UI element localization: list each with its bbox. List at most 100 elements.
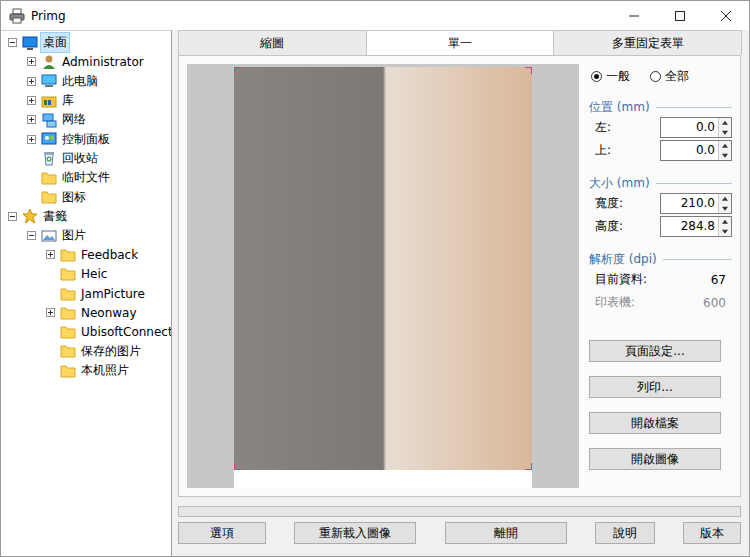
expander-button[interactable]	[46, 250, 55, 259]
radio-label: 一般	[606, 68, 630, 85]
spin-value[interactable]: 284.8	[661, 217, 718, 236]
expander-button[interactable]	[27, 77, 36, 86]
tree-item[interactable]: 此电脑	[1, 72, 171, 91]
spin-box[interactable]: 284.8	[660, 216, 732, 237]
tree-item-label: 图标	[60, 188, 88, 207]
section-title: 解析度 (dpi)	[589, 250, 732, 268]
window-controls	[611, 1, 749, 30]
spin-box[interactable]: 0.0	[660, 117, 732, 138]
minimize-button[interactable]	[611, 1, 657, 30]
app-window: Primg桌面Administrator此电脑库网络控制面板回收站临时文件图标書…	[0, 0, 750, 557]
side-button[interactable]: 頁面設定...	[589, 340, 721, 362]
spin-up-icon[interactable]	[719, 141, 731, 151]
spin-down-icon[interactable]	[719, 227, 731, 237]
tab[interactable]: 縮圖	[178, 30, 367, 55]
expander-button[interactable]	[8, 38, 17, 47]
tree-item-label: 回收站	[60, 149, 100, 168]
tree-item-label: 网络	[60, 110, 88, 129]
tree-item[interactable]: 保存的图片	[1, 342, 171, 361]
folder-icon	[60, 343, 76, 359]
resolution-label: 印表機:	[595, 294, 635, 311]
tree-item[interactable]: 库	[1, 91, 171, 110]
field-label: 上:	[595, 142, 611, 159]
tree-item[interactable]: Feedback	[1, 245, 171, 264]
spin-field: 上: 0.0	[589, 139, 732, 162]
tree-item[interactable]: 网络	[1, 110, 171, 129]
radio-circle	[591, 71, 602, 82]
tree-item-label: 临时文件	[60, 168, 112, 187]
expander-button[interactable]	[8, 212, 17, 221]
bottom-button[interactable]: 重新載入圖像	[294, 522, 416, 544]
expander-slot	[24, 226, 38, 245]
folder-icon	[60, 324, 76, 340]
tree-item[interactable]: 图标	[1, 187, 171, 206]
view-mode-radio[interactable]: 全部	[650, 68, 689, 85]
maximize-button[interactable]	[657, 1, 703, 30]
spin-down-icon[interactable]	[719, 204, 731, 214]
tree-item-label: UbisoftConnect	[79, 324, 172, 340]
tab[interactable]: 多重固定表單	[553, 30, 742, 55]
folder-icon	[60, 286, 76, 302]
tree-item[interactable]: JamPicture	[1, 284, 171, 303]
spin-down-icon[interactable]	[719, 151, 731, 161]
tree-item-label: 此电脑	[60, 72, 100, 91]
expander-button[interactable]	[27, 96, 36, 105]
bottom-button[interactable]: 離開	[445, 522, 567, 544]
corner-mark	[525, 463, 532, 470]
resolution-section: 解析度 (dpi)目前資料:67印表機:600	[589, 250, 732, 314]
spin-value[interactable]: 0.0	[661, 141, 718, 160]
computer-icon	[41, 73, 57, 89]
expander-button[interactable]	[27, 57, 36, 66]
tree-item[interactable]: 本机照片	[1, 361, 171, 380]
tree-item[interactable]: Neonway	[1, 303, 171, 322]
spin-value[interactable]: 0.0	[661, 118, 718, 137]
folder-tree: 桌面Administrator此电脑库网络控制面板回收站临时文件图标書籤图片Fe…	[1, 30, 172, 556]
spin-value[interactable]: 210.0	[661, 194, 718, 213]
corner-mark	[234, 463, 241, 470]
tree-item[interactable]: 控制面板	[1, 129, 171, 148]
expander-slot	[24, 188, 38, 207]
tree-item[interactable]: 回收站	[1, 149, 171, 168]
spin-up-icon[interactable]	[719, 217, 731, 227]
bottom-button[interactable]: 選項	[178, 522, 266, 544]
desktop-icon	[22, 35, 38, 51]
spin-down-icon[interactable]	[719, 128, 731, 138]
tree-item[interactable]: Heic	[1, 265, 171, 284]
tree-item[interactable]: 書籤	[1, 207, 171, 226]
side-button[interactable]: 開啟檔案	[589, 412, 721, 434]
side-buttons: 頁面設定... 列印... 開啟檔案開啟圖像	[589, 340, 732, 470]
side-button[interactable]: 列印...	[589, 376, 721, 398]
folder-icon	[41, 170, 57, 186]
bottom-button[interactable]: 說明	[595, 522, 655, 544]
spin-arrows	[718, 217, 731, 236]
expander-button[interactable]	[27, 115, 36, 124]
spin-box[interactable]: 0.0	[660, 140, 732, 161]
tab[interactable]: 單一	[366, 30, 555, 55]
expander-slot	[24, 168, 38, 187]
settings-panel: 一般全部位置 (mm)左:0.0上:0.0大小 (mm)寬度:210.0高度:2…	[589, 64, 732, 488]
expander-minus-icon	[29, 235, 34, 236]
spin-up-icon[interactable]	[719, 194, 731, 204]
single-panel: 一般全部位置 (mm)左:0.0上:0.0大小 (mm)寬度:210.0高度:2…	[178, 55, 741, 497]
tree-item-label: 保存的图片	[79, 342, 143, 361]
tree-item[interactable]: 图片	[1, 226, 171, 245]
tree-item[interactable]: 临时文件	[1, 168, 171, 187]
side-button[interactable]: 開啟圖像	[589, 448, 721, 470]
expander-button[interactable]	[27, 231, 36, 240]
tree-item[interactable]: 桌面	[1, 33, 171, 52]
tree-item[interactable]: Administrator	[1, 52, 171, 71]
expander-slot	[5, 207, 19, 226]
expander-slot	[43, 303, 57, 322]
view-mode-radio[interactable]: 一般	[591, 68, 630, 85]
expander-button[interactable]	[27, 135, 36, 144]
recycle-icon	[41, 150, 57, 166]
spin-box[interactable]: 210.0	[660, 193, 732, 214]
tree-item-label: 库	[60, 91, 76, 110]
expander-button[interactable]	[46, 308, 55, 317]
bottom-button[interactable]: 版本	[683, 522, 741, 544]
close-button[interactable]	[703, 1, 749, 30]
spin-up-icon[interactable]	[719, 118, 731, 128]
expander-plus-icon	[31, 117, 32, 122]
tree-item[interactable]: UbisoftConnect	[1, 322, 171, 341]
folder-icon	[60, 266, 76, 282]
